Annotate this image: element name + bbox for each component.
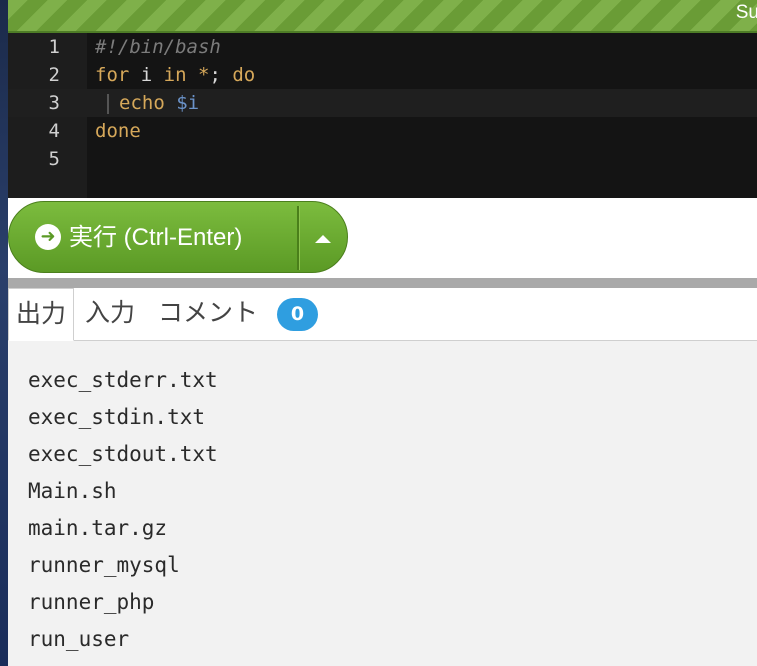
line-number: 3 [48,92,60,114]
output-line: run_user [28,627,130,651]
output-line: exec_stderr.txt [28,368,218,392]
run-button-label: 実行 (Ctrl-Enter) [69,224,243,251]
line-number: 1 [48,36,60,58]
code-token: * [186,64,210,86]
code-token: $i [176,92,200,114]
line-code: done [95,117,141,145]
code-runner-app: Su 1 #!/bin/bash 2 for i in *; do 3 echo $i 4 d… [8,0,757,666]
comment-count-badge: 0 [277,298,318,331]
code-token: in [163,64,187,86]
run-toolbar: ➜ 実行 (Ctrl-Enter) [8,198,757,278]
code-token: for [95,64,130,86]
line-code: echo $i [95,89,199,117]
editor-line[interactable]: 2 for i in *; do [8,61,757,89]
tab-output[interactable]: 出力 [8,288,74,341]
tab-comment[interactable]: コメント [158,288,258,340]
status-bar: Su [8,0,757,33]
output-line: runner_mysql [28,553,180,577]
editor-line[interactable]: 5 [8,145,757,173]
panel-splitter[interactable] [8,278,757,288]
code-token: i [129,64,164,86]
run-button-divider [297,206,299,270]
editor-line[interactable]: 4 done [8,117,757,145]
code-token: done [95,120,141,142]
caret-up-icon[interactable] [302,202,348,274]
output-line: exec_stdout.txt [28,442,218,466]
tab-input[interactable]: 入力 [85,288,145,340]
code-token: do [232,64,256,86]
status-text: Su [735,2,757,23]
output-panel: exec_stderr.txt exec_stdin.txt exec_stdout… [8,341,757,666]
line-number: 4 [48,120,60,142]
result-tabs: 出力 入力 コメント 0 [8,288,757,341]
output-lines: exec_stderr.txt exec_stdin.txt exec_stdout… [28,365,218,661]
output-line: main.tar.gz [28,516,168,540]
arrow-right-circle-icon: ➜ [35,224,61,250]
desktop-background-strip [0,0,8,666]
code-token: #!/bin/bash [95,36,221,58]
editor-line[interactable]: 3 echo $i [8,89,757,117]
output-line: runner_php [28,590,155,614]
code-token: echo [119,92,165,114]
output-line: Main.sh [28,479,117,503]
editor-line[interactable]: 1 #!/bin/bash [8,33,757,61]
line-code: for i in *; do [95,61,255,89]
line-code: #!/bin/bash [95,33,221,61]
line-number: 2 [48,64,60,86]
run-button[interactable]: ➜ 実行 (Ctrl-Enter) [8,201,348,273]
output-line: exec_stdin.txt [28,405,206,429]
line-number: 5 [48,148,60,170]
code-token: ; [209,64,233,86]
code-editor[interactable]: 1 #!/bin/bash 2 for i in *; do 3 echo $i 4 done… [8,33,757,198]
indent-guide [107,93,109,114]
